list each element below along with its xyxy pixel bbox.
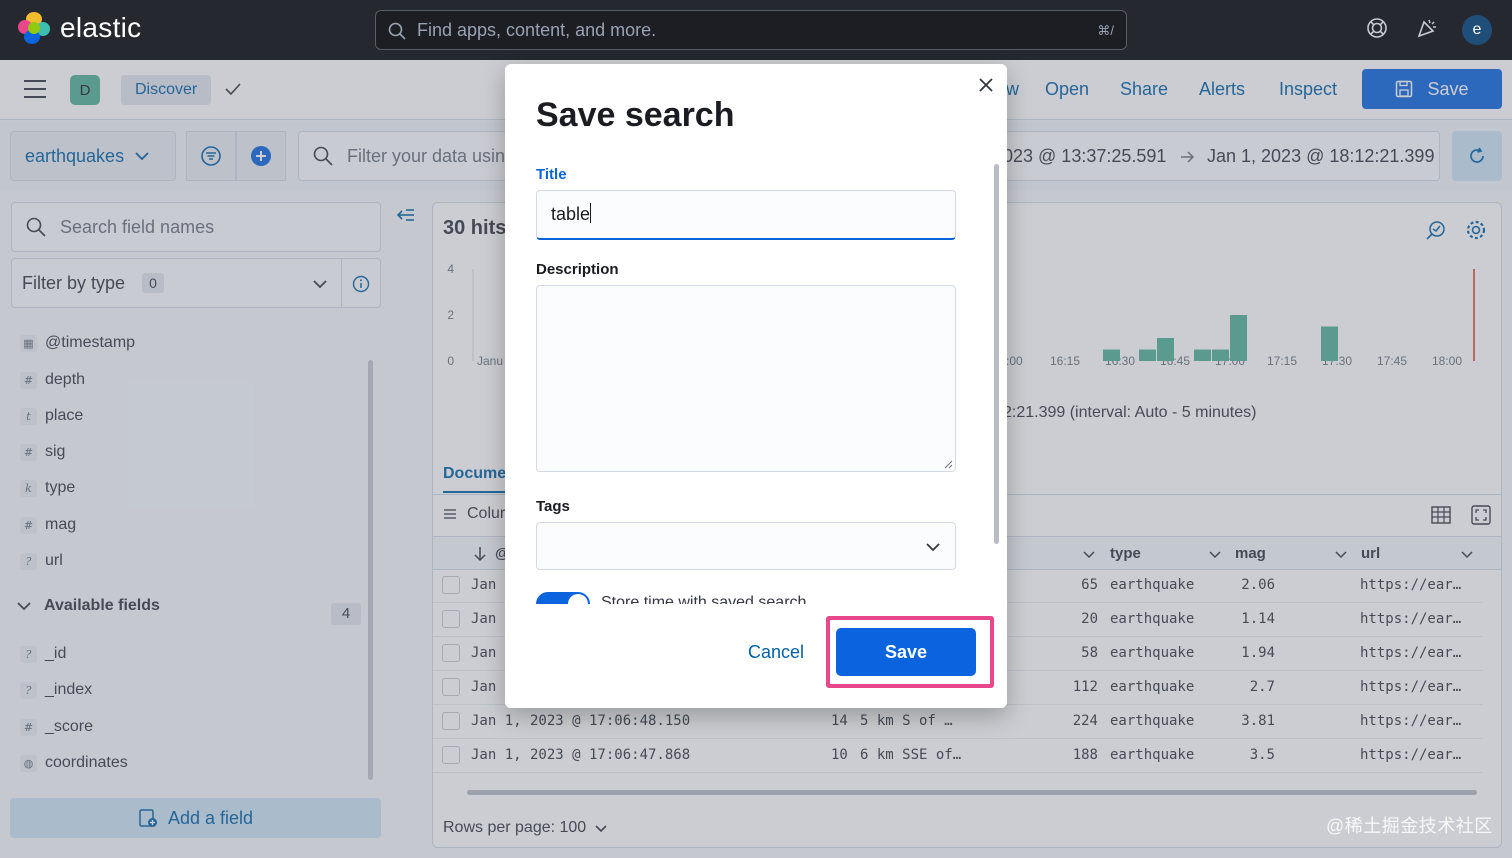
tags-field-label: Tags [536,498,570,515]
resize-handle-icon[interactable] [943,459,953,469]
cancel-button[interactable]: Cancel [748,642,804,663]
title-field-label: Title [536,166,567,183]
help-icon[interactable] [1365,16,1389,40]
description-textarea[interactable] [536,285,956,472]
user-avatar[interactable]: e [1462,15,1492,45]
save-search-modal: Save search Title table Description Tags… [505,64,1007,708]
top-header: elastic Find apps, content, and more. ⌘/… [0,0,1512,60]
modal-title: Save search [536,96,735,134]
keyboard-shortcut: ⌘/ [1097,23,1114,38]
global-search-placeholder: Find apps, content, and more. [417,20,657,40]
close-icon[interactable] [977,76,995,94]
news-feed-icon[interactable] [1415,16,1439,40]
title-input-value: table [551,204,591,224]
modal-scrollbar[interactable] [994,164,999,544]
watermark: @稀土掘金技术社区 [1326,816,1493,836]
highlight-annotation [826,616,994,688]
elastic-logo-icon [18,12,50,44]
elastic-logo[interactable]: elastic [18,12,141,44]
chevron-down-icon [926,543,940,552]
title-input[interactable]: table [536,190,956,240]
search-icon [388,22,406,40]
brand-name: elastic [60,12,142,43]
tags-combobox[interactable] [536,522,956,570]
description-field-label: Description [536,261,619,278]
global-search[interactable]: Find apps, content, and more. ⌘/ [375,10,1127,50]
